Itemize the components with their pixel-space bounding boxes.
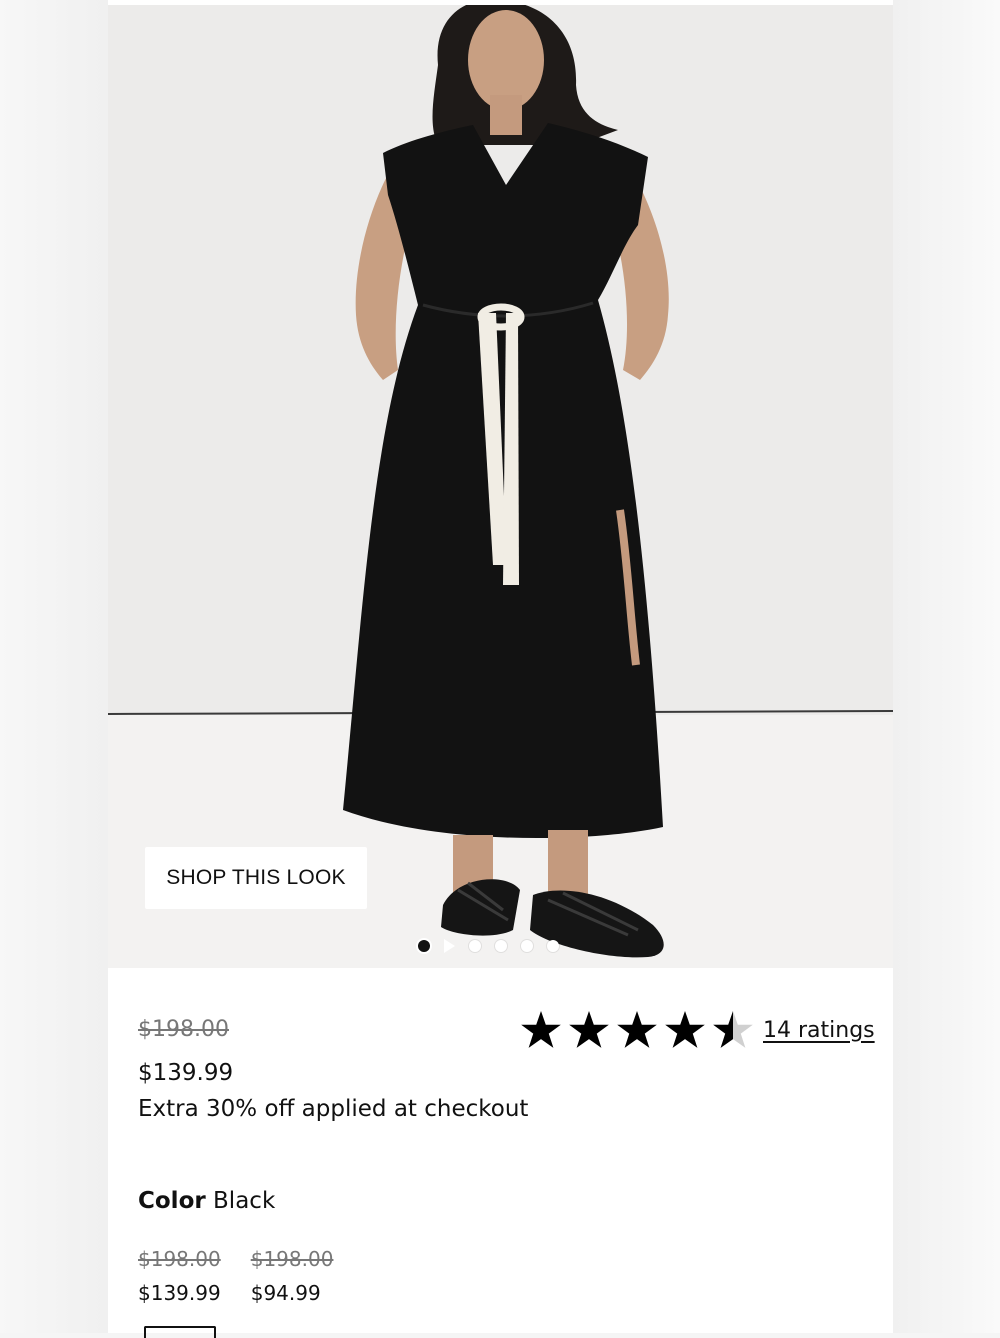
variant-sale-price: $139.99 (138, 1281, 221, 1305)
promo-text: Extra 30% off applied at checkout (138, 1096, 529, 1122)
star-half-icon (713, 1011, 753, 1049)
carousel-dot-4[interactable] (495, 940, 507, 952)
color-swatch[interactable] (144, 1326, 216, 1338)
star-icon (665, 1011, 705, 1049)
product-image-carousel[interactable]: SHOP THIS LOOK (108, 5, 893, 968)
carousel-dot-3[interactable] (469, 940, 481, 952)
star-icon (617, 1011, 657, 1049)
ratings-link[interactable]: 14 ratings (763, 1018, 875, 1043)
price-block: $198.00 $139.99 Extra 30% off applied at… (138, 1012, 528, 1125)
carousel-dot-5[interactable] (521, 940, 533, 952)
video-play-icon[interactable] (444, 939, 455, 953)
variant-original-price: $198.00 (250, 1247, 334, 1271)
star-icon (569, 1011, 609, 1049)
page-margin-left (0, 0, 108, 1333)
rating-summary: 14 ratings (521, 1010, 875, 1050)
color-selection: Color Black (138, 1184, 275, 1218)
star-rating (521, 1011, 753, 1049)
carousel-pagination (418, 938, 559, 954)
star-icon (521, 1011, 561, 1049)
color-value: Black (213, 1188, 276, 1214)
product-page: SHOP THIS LOOK $198.00 $139.99 Extra 30%… (108, 0, 893, 1338)
carousel-dot-6[interactable] (547, 940, 559, 952)
sale-price: $139.99 (138, 1060, 234, 1086)
product-photo (108, 5, 893, 968)
variant-sale-price: $94.99 (250, 1281, 321, 1305)
variant-price-option[interactable]: $198.00 $139.99 (138, 1244, 221, 1308)
carousel-dot-1[interactable] (418, 940, 430, 952)
variant-original-price: $198.00 (138, 1247, 221, 1271)
original-price: $198.00 (138, 1017, 229, 1042)
shop-this-look-button[interactable]: SHOP THIS LOOK (145, 847, 367, 909)
price-variants: $198.00 $139.99 $198.00 $94.99 (138, 1244, 333, 1308)
page-margin-right (893, 0, 1000, 1333)
color-label: Color (138, 1188, 206, 1214)
variant-price-option[interactable]: $198.00 $94.99 (251, 1244, 334, 1308)
